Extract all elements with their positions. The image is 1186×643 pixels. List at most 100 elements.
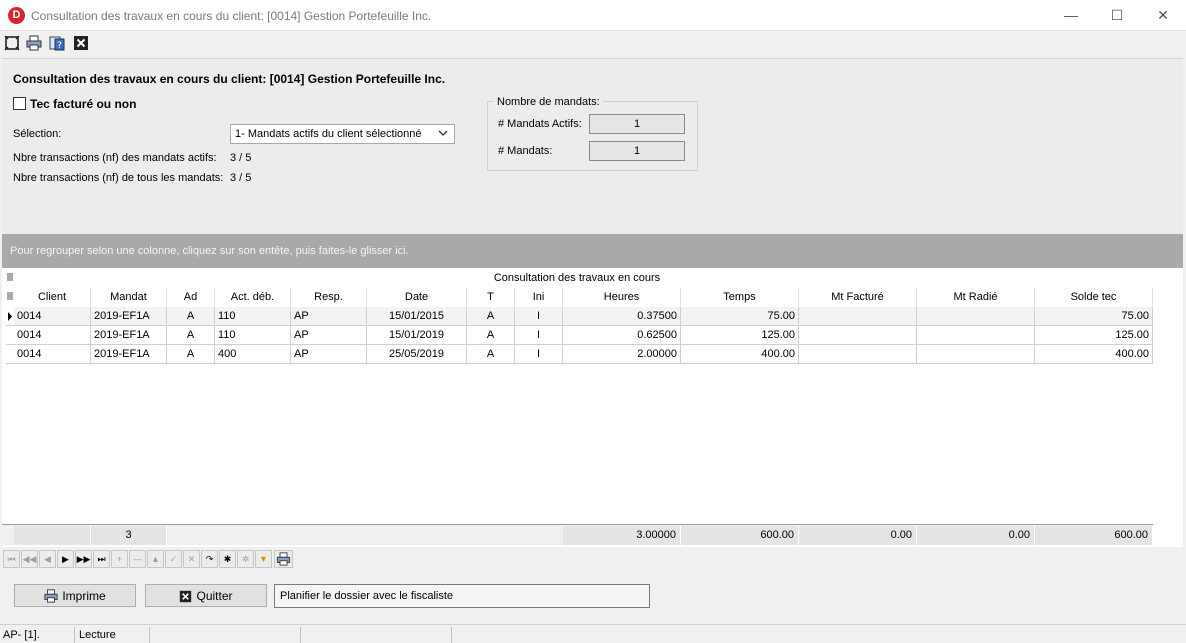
grid-summary-footer: 3 3.00000 600.00 0.00 0.00 600.00	[2, 524, 1153, 545]
table-cell[interactable]: 2019-EF1A	[91, 345, 167, 364]
column-header-act-deb[interactable]: Act. déb.	[215, 288, 291, 306]
nav-post-icon[interactable]: ✓	[165, 550, 182, 568]
nav-delete-icon[interactable]: —	[129, 550, 146, 568]
nf-all-label: Nbre transactions (nf) de tous les manda…	[13, 172, 224, 184]
group-by-panel[interactable]: Pour regrouper selon une colonne, clique…	[2, 234, 1183, 268]
table-cell[interactable]: 2019-EF1A	[91, 307, 167, 326]
nav-first-icon[interactable]: ⏮	[3, 550, 20, 568]
table-cell[interactable]: 125.00	[681, 326, 799, 345]
grid-menu-icon[interactable]	[6, 273, 14, 282]
column-header-client[interactable]: Client	[14, 288, 91, 306]
table-cell[interactable]: I	[515, 326, 563, 345]
table-cell[interactable]: 2019-EF1A	[91, 326, 167, 345]
status-bar: AP- [1]. Lecture	[0, 624, 1186, 643]
table-cell[interactable]: A	[467, 307, 515, 326]
table-cell[interactable]: 75.00	[1035, 307, 1153, 326]
table-cell[interactable]: 0014	[14, 307, 91, 326]
column-header-heures[interactable]: Heures	[563, 288, 681, 306]
table-cell[interactable]: 75.00	[681, 307, 799, 326]
column-header-temps[interactable]: Temps	[681, 288, 799, 306]
selection-value: 1- Mandats actifs du client sélectionné	[235, 128, 422, 140]
table-cell[interactable]: 0.62500	[563, 326, 681, 345]
mandats-actifs-field: 1	[589, 114, 685, 134]
nav-refresh-icon[interactable]: ↷	[201, 550, 218, 568]
summary-cell-client	[14, 526, 91, 545]
table-cell[interactable]: 125.00	[1035, 326, 1153, 345]
table-cell[interactable]	[799, 326, 917, 345]
table-cell[interactable]: 25/05/2019	[367, 345, 467, 364]
nav-cancel-icon[interactable]: ✕	[183, 550, 200, 568]
table-cell[interactable]: 0014	[14, 345, 91, 364]
column-header-ad[interactable]: Ad	[167, 288, 215, 306]
fit-window-icon[interactable]	[4, 35, 22, 53]
chevron-down-icon	[437, 127, 449, 142]
table-cell[interactable]: 0.37500	[563, 307, 681, 326]
selection-dropdown[interactable]: 1- Mandats actifs du client sélectionné	[230, 124, 455, 144]
status-panel	[151, 627, 301, 643]
table-cell[interactable]: I	[515, 307, 563, 326]
table-cell[interactable]: 15/01/2019	[367, 326, 467, 345]
table-cell[interactable]: 400	[215, 345, 291, 364]
table-cell[interactable]: AP	[291, 307, 367, 326]
table-cell[interactable]: 400.00	[681, 345, 799, 364]
tec-facture-checkbox[interactable]	[13, 97, 26, 110]
quit-button-label: Quitter	[196, 589, 233, 603]
table-cell[interactable]: AP	[291, 326, 367, 345]
table-cell[interactable]: A	[167, 326, 215, 345]
table-cell[interactable]: 110	[215, 326, 291, 345]
table-cell[interactable]: AP	[291, 345, 367, 364]
table-cell[interactable]	[917, 326, 1035, 345]
close-box-icon[interactable]	[73, 35, 91, 53]
table-cell[interactable]: 15/01/2015	[367, 307, 467, 326]
column-header-date[interactable]: Date	[367, 288, 467, 306]
column-header-t[interactable]: T	[467, 288, 515, 306]
summary-count: 3	[91, 526, 167, 545]
summary-solde-tec: 600.00	[1035, 526, 1153, 545]
window-title: Consultation des travaux en cours du cli…	[31, 9, 432, 23]
table-cell[interactable]: 400.00	[1035, 345, 1153, 364]
nav-print-icon[interactable]	[274, 550, 293, 568]
nav-prev-page-icon[interactable]: ◀◀	[21, 550, 38, 568]
nav-edit-icon[interactable]: ▲	[147, 550, 164, 568]
column-header-ini[interactable]: Ini	[515, 288, 563, 306]
table-cell[interactable]: I	[515, 345, 563, 364]
nav-next-page-icon[interactable]: ▶▶	[75, 550, 92, 568]
nav-prev-icon[interactable]: ◀	[39, 550, 56, 568]
table-cell[interactable]	[917, 307, 1035, 326]
column-header-solde-tec[interactable]: Solde tec	[1035, 288, 1153, 306]
current-row-indicator-icon	[6, 307, 14, 326]
summary-heures: 3.00000	[563, 526, 681, 545]
nav-last-icon[interactable]: ⏭	[93, 550, 110, 568]
help-icon[interactable]: ?	[49, 35, 67, 53]
column-header-mt-radie[interactable]: Mt Radié	[917, 288, 1035, 306]
column-header-mt-facture[interactable]: Mt Facturé	[799, 288, 917, 306]
nav-next-icon[interactable]: ▶	[57, 550, 74, 568]
minimize-button[interactable]: —	[1048, 0, 1094, 31]
quit-button[interactable]: Quitter	[145, 584, 267, 607]
table-cell[interactable]: A	[167, 345, 215, 364]
table-cell[interactable]: A	[167, 307, 215, 326]
table-cell[interactable]	[799, 307, 917, 326]
column-header-mandat[interactable]: Mandat	[91, 288, 167, 306]
print-button[interactable]: Imprime	[14, 584, 136, 607]
close-box-icon	[179, 590, 192, 606]
maximize-button[interactable]: ☐	[1094, 0, 1140, 31]
app-logo-icon: D	[8, 7, 25, 24]
printer-icon[interactable]	[26, 35, 44, 53]
nav-insert-icon[interactable]: +	[111, 550, 128, 568]
table-cell[interactable]: A	[467, 345, 515, 364]
table-cell[interactable]: 0014	[14, 326, 91, 345]
nav-goto-bookmark-icon[interactable]: ✲	[237, 550, 254, 568]
close-window-button[interactable]: ✕	[1140, 0, 1186, 31]
table-cell[interactable]: 2.00000	[563, 345, 681, 364]
nav-bookmark-icon[interactable]: ✱	[219, 550, 236, 568]
printer-icon	[44, 589, 58, 606]
table-cell[interactable]: A	[467, 326, 515, 345]
column-menu-icon[interactable]	[6, 292, 14, 301]
table-cell[interactable]	[917, 345, 1035, 364]
column-header-resp[interactable]: Resp.	[291, 288, 367, 306]
planning-note-field[interactable]: Planifier le dossier avec le fiscaliste	[274, 584, 650, 608]
nav-filter-icon[interactable]: ▼	[255, 550, 272, 568]
table-cell[interactable]: 110	[215, 307, 291, 326]
table-cell[interactable]	[799, 345, 917, 364]
